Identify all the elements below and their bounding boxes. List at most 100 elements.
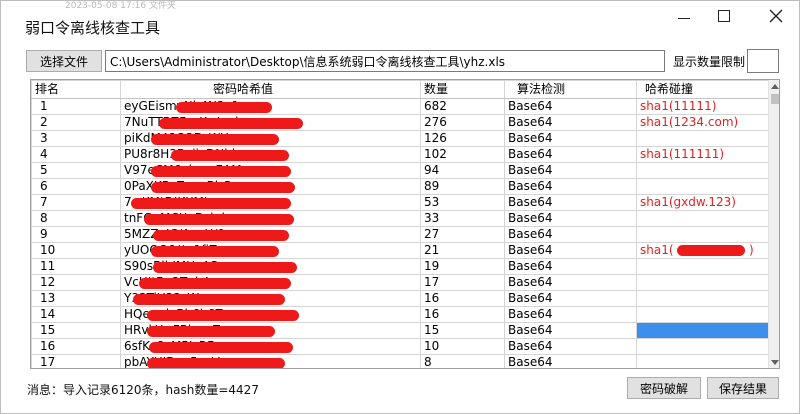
rank-cell: 17 bbox=[31, 354, 121, 368]
status-message: 消息：导入记录6120条，hash数量=4427 bbox=[27, 383, 259, 397]
scroll-thumb[interactable] bbox=[771, 94, 779, 104]
table-row[interactable]: 15HRvkY+FBlsopZ15Base64 bbox=[31, 322, 769, 339]
column-header-hash[interactable]: 密码哈希值 bbox=[120, 80, 421, 99]
crack-password-button[interactable]: 密码破解 bbox=[627, 377, 701, 399]
collision-cell: sha1(11111) bbox=[636, 98, 769, 115]
select-file-button[interactable]: 选择文件 bbox=[26, 50, 102, 72]
toolbar: 选择文件 显示数量限制 bbox=[1, 49, 799, 75]
table-row[interactable]: 12VcHItFgQTqbA17Base64 bbox=[31, 274, 769, 291]
algorithm-cell: Base64 bbox=[504, 354, 637, 368]
column-header-algorithm[interactable]: 算法检测 bbox=[504, 80, 637, 99]
count-cell: 682 bbox=[420, 98, 505, 115]
title-bar: 2023-05-08 17:16 文件夹 弱口令离线核查工具 bbox=[1, 1, 799, 45]
redaction-mark bbox=[153, 230, 289, 241]
table-row[interactable]: 95MZZnIC/AucH/927Base64 bbox=[31, 226, 769, 243]
hash-cell: S90sBlbIMUvAS bbox=[120, 258, 421, 275]
table-row[interactable]: 1eyGEismvNb4N2y1682Base64sha1(11111) bbox=[31, 98, 769, 115]
algorithm-cell: Base64 bbox=[504, 194, 637, 211]
hash-cell: VcHItFgQTqbA bbox=[120, 274, 421, 291]
collision-cell bbox=[636, 338, 769, 355]
table-row[interactable]: 10yUOOQ0//w1fjZ21Base64sha1() bbox=[31, 242, 769, 259]
rank-cell: 9 bbox=[31, 226, 121, 243]
table-row[interactable]: 3piKdM48CODrK/U126Base64 bbox=[31, 130, 769, 147]
count-cell: 102 bbox=[420, 146, 505, 163]
column-header-rank[interactable]: 排名 bbox=[31, 80, 121, 99]
scroll-up-icon[interactable] bbox=[771, 84, 779, 89]
rank-cell: 13 bbox=[31, 290, 121, 307]
background-ghost-text: 2023-05-08 17:16 文件夹 bbox=[65, 1, 176, 11]
collision-cell bbox=[636, 306, 769, 323]
table-row[interactable]: 77+KMtDIKXMIq53Base64sha1(gxdw.123) bbox=[31, 194, 769, 211]
hash-cell: PU8r8H3BvjiyDNbk bbox=[120, 146, 421, 163]
hash-cell: 5MZZnIC/AucH/9 bbox=[120, 226, 421, 243]
hash-cell: 6sfKo8cM5IsRF bbox=[120, 338, 421, 355]
table-row[interactable]: 166sfKo8cM5IsRF10Base64 bbox=[31, 338, 769, 355]
display-limit-input[interactable] bbox=[747, 49, 779, 73]
rank-cell: 16 bbox=[31, 338, 121, 355]
table-row[interactable]: 13Y33TiU32sWq16Base64 bbox=[31, 290, 769, 307]
table-row[interactable]: 11S90sBlbIMUvAS19Base64 bbox=[31, 258, 769, 275]
redaction-mark bbox=[144, 214, 294, 225]
rank-cell: 1 bbox=[31, 98, 121, 115]
file-path-input[interactable] bbox=[105, 50, 665, 72]
algorithm-cell: Base64 bbox=[504, 306, 637, 323]
scroll-down-icon[interactable] bbox=[771, 360, 779, 365]
rank-cell: 10 bbox=[31, 242, 121, 259]
rank-cell: 7 bbox=[31, 194, 121, 211]
count-cell: 16 bbox=[420, 290, 505, 307]
hash-cell: 7+KMtDIKXMIq bbox=[120, 194, 421, 211]
rank-cell: 3 bbox=[31, 130, 121, 147]
hash-cell: yUOOQ0//w1fjZ bbox=[120, 242, 421, 259]
redaction-mark bbox=[151, 246, 279, 257]
collision-cell bbox=[636, 274, 769, 291]
results-table: 排名 密码哈希值 数量 算法检测 哈希碰撞 1eyGEismvNb4N2y168… bbox=[31, 80, 769, 368]
hash-cell: HQemdxBh6b6Z bbox=[120, 306, 421, 323]
hash-cell: pbAYUIDvp5qzV bbox=[120, 354, 421, 368]
count-cell: 16 bbox=[420, 306, 505, 323]
algorithm-cell: Base64 bbox=[504, 242, 637, 259]
algorithm-cell: Base64 bbox=[504, 338, 637, 355]
collision-cell bbox=[636, 162, 769, 179]
close-button[interactable] bbox=[753, 1, 799, 31]
collision-cell bbox=[636, 178, 769, 195]
hash-cell: tnFGqMCXqDzkd bbox=[120, 210, 421, 227]
redaction-mark bbox=[176, 102, 272, 113]
column-header-collision[interactable]: 哈希碰撞 bbox=[636, 80, 769, 99]
count-cell: 276 bbox=[420, 114, 505, 131]
maximize-button[interactable] bbox=[701, 1, 747, 31]
save-results-button[interactable]: 保存结果 bbox=[707, 377, 779, 399]
count-cell: 27 bbox=[420, 226, 505, 243]
rank-cell: 5 bbox=[31, 162, 121, 179]
algorithm-cell: Base64 bbox=[504, 178, 637, 195]
count-cell: 10 bbox=[420, 338, 505, 355]
rank-cell: 4 bbox=[31, 146, 121, 163]
table-row[interactable]: 27NuTTBZFyvKwLml276Base64sha1(1234.com) bbox=[31, 114, 769, 131]
table-row[interactable]: 60PaXK5yZcggBhG89Base64 bbox=[31, 178, 769, 195]
algorithm-cell: Base64 bbox=[504, 114, 637, 131]
redaction-mark bbox=[149, 342, 293, 353]
collision-cell: sha1(111111) bbox=[636, 146, 769, 163]
hash-results-grid[interactable]: 排名 密码哈希值 数量 算法检测 哈希碰撞 1eyGEismvNb4N2y168… bbox=[30, 79, 780, 369]
algorithm-cell: Base64 bbox=[504, 322, 637, 339]
table-row[interactable]: 4PU8r8H3BvjiyDNbk102Base64sha1(111111) bbox=[31, 146, 769, 163]
count-cell: 53 bbox=[420, 194, 505, 211]
algorithm-cell: Base64 bbox=[504, 98, 637, 115]
collision-cell bbox=[636, 322, 769, 339]
window-title: 弱口令离线核查工具 bbox=[25, 19, 161, 37]
redaction-mark bbox=[151, 166, 291, 177]
algorithm-cell: Base64 bbox=[504, 130, 637, 147]
count-cell: 33 bbox=[420, 210, 505, 227]
algorithm-cell: Base64 bbox=[504, 290, 637, 307]
table-row[interactable]: 5V97eCM6ekw+EAM94Base64 bbox=[31, 162, 769, 179]
redaction-mark bbox=[159, 118, 303, 129]
minimize-icon bbox=[678, 17, 690, 19]
table-row[interactable]: 17pbAYUIDvp5qzV8Base64 bbox=[31, 354, 769, 368]
rank-cell: 6 bbox=[31, 178, 121, 195]
table-row[interactable]: 8tnFGqMCXqDzkd33Base64 bbox=[31, 210, 769, 227]
algorithm-cell: Base64 bbox=[504, 162, 637, 179]
vertical-scrollbar[interactable] bbox=[768, 80, 779, 368]
table-row[interactable]: 14HQemdxBh6b6Z16Base64 bbox=[31, 306, 769, 323]
column-header-count[interactable]: 数量 bbox=[420, 80, 505, 99]
collision-cell bbox=[636, 210, 769, 227]
rank-cell: 8 bbox=[31, 210, 121, 227]
